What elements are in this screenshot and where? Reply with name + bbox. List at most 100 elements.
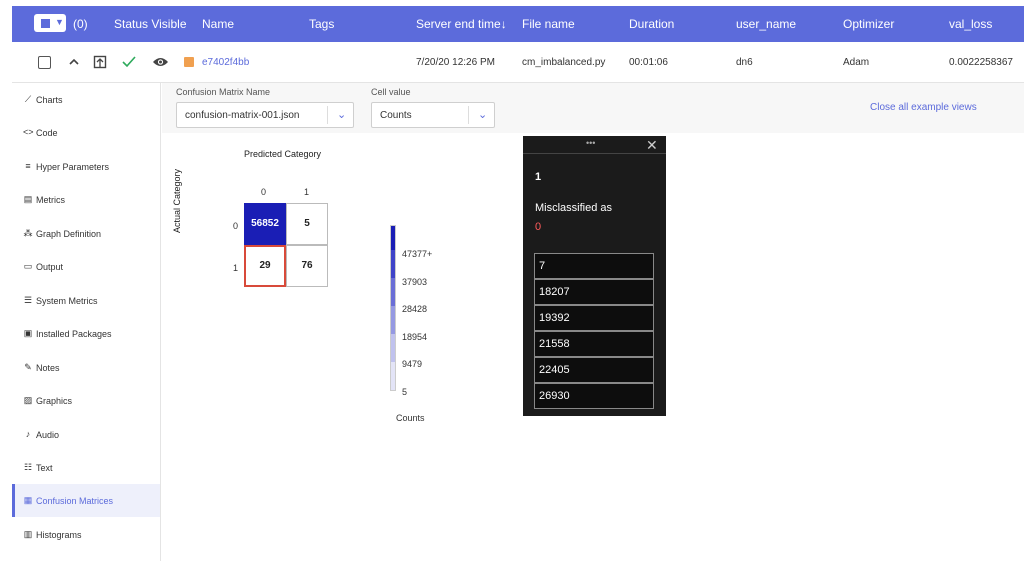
sidebar-item-label: System Metrics — [36, 296, 98, 306]
legend-label: 18954 — [402, 332, 428, 342]
example-item[interactable]: 21558 — [534, 331, 654, 357]
chart-line-icon: ⟋ — [24, 94, 32, 104]
cell-value-select[interactable]: Counts ⌄ — [371, 102, 495, 128]
drag-handle-icon[interactable]: ••• — [586, 138, 595, 148]
legend-label: 9479 — [402, 359, 423, 369]
sidebar-item-label: Graph Definition — [36, 229, 102, 239]
close-icon[interactable]: ✕ — [646, 137, 658, 154]
sidebar-item-hyper-parameters[interactable]: ≡ Hyper Parameters — [12, 150, 160, 183]
sidebar-item-label: Charts — [36, 95, 63, 105]
legend-label: 5 — [402, 387, 408, 397]
code-icon: <> — [23, 127, 34, 137]
actual-category-title: Actual Category — [172, 168, 182, 233]
music-note-icon: ♪ — [25, 429, 31, 439]
cm-name-select[interactable]: confusion-matrix-001.json ⌄ — [176, 102, 354, 128]
sidebar-item-label: Installed Packages — [36, 329, 112, 339]
close-all-example-views-link[interactable]: Close all example views — [870, 102, 977, 113]
graph-icon: ⁂ — [23, 228, 33, 238]
misclassified-label: Misclassified as — [535, 202, 613, 214]
row-checkbox[interactable] — [38, 56, 51, 69]
sidebar-item-confusion-matrices[interactable]: ▦ Confusion Matrices — [12, 484, 160, 517]
chevron-down-icon: ⌄ — [478, 109, 488, 121]
sidebar-item-graphics[interactable]: ▨ Graphics — [12, 384, 160, 417]
select-divider — [468, 106, 469, 124]
image-icon: ▨ — [23, 395, 33, 405]
sidebar-item-metrics[interactable]: ▤ Metrics — [12, 183, 160, 216]
legend-label: 37903 — [402, 277, 428, 287]
sidebar-item-label: Notes — [36, 363, 60, 373]
grid-icon: ▦ — [23, 495, 33, 505]
example-item[interactable]: 19392 — [534, 305, 654, 331]
example-item[interactable]: 18207 — [534, 279, 654, 305]
popup-actual-value: 1 — [535, 171, 542, 183]
histogram-icon: ▥ — [23, 529, 33, 539]
col-duration[interactable]: Duration — [629, 17, 674, 31]
col-tags[interactable]: Tags — [309, 17, 334, 31]
example-item[interactable]: 22405 — [534, 357, 654, 383]
duration-value: 00:01:06 — [629, 57, 668, 68]
sidebar-item-graph-definition[interactable]: ⁂ Graph Definition — [12, 217, 160, 250]
col-val-loss[interactable]: val_loss — [949, 17, 992, 31]
confusion-matrix-panel: Confusion Matrix Name confusion-matrix-0… — [162, 83, 1024, 561]
server-end-time-value: 7/20/20 12:26 PM — [416, 57, 495, 68]
example-item[interactable]: 7 — [534, 253, 654, 279]
legend-label: 28428 — [402, 304, 428, 314]
predicted-category-title: Predicted Category — [244, 149, 322, 159]
sidebar-item-histograms[interactable]: ▥ Histograms — [12, 518, 160, 551]
sidebar-item-system-metrics[interactable]: ☰ System Metrics — [12, 284, 160, 317]
col-file-name[interactable]: File name — [522, 17, 575, 31]
cm-name-value: confusion-matrix-001.json — [185, 110, 300, 121]
matrix-cell-selected[interactable]: 29 — [244, 245, 286, 287]
cm-toolbar: Confusion Matrix Name confusion-matrix-0… — [162, 83, 1024, 133]
eye-icon[interactable] — [152, 56, 169, 68]
row-label-1: 1 — [233, 263, 239, 273]
sidebar-item-label: Code — [36, 128, 58, 138]
sidebar-item-audio[interactable]: ♪ Audio — [12, 418, 160, 451]
server-icon: ☰ — [23, 295, 33, 305]
col-optimizer[interactable]: Optimizer — [843, 17, 894, 31]
selected-count: (0) — [73, 17, 88, 31]
col-status-visible[interactable]: Status Visible — [114, 17, 187, 31]
matrix-cell[interactable]: 56852 — [244, 203, 286, 245]
experiment-name-link[interactable]: e7402f4bb — [202, 57, 249, 68]
sidebar-item-notes[interactable]: ✎ Notes — [12, 351, 160, 384]
popup-titlebar[interactable]: ••• ✕ — [523, 136, 666, 154]
file-name-value: cm_imbalanced.py — [522, 57, 606, 68]
experiment-row: e7402f4bb 7/20/20 12:26 PM cm_imbalanced… — [12, 42, 1024, 83]
sidebar-item-code[interactable]: <> Code — [12, 116, 160, 149]
col-user-name[interactable]: user_name — [736, 17, 796, 31]
misclassified-value: 0 — [535, 221, 542, 233]
cell-value-value: Counts — [380, 110, 412, 121]
table-header: ▼ (0) Status Visible Name Tags Server en… — [12, 6, 1024, 42]
example-item[interactable]: 26930 — [534, 383, 654, 409]
checkbox-square-icon — [41, 19, 50, 28]
col-server-end-time[interactable]: Server end time↓ — [416, 17, 507, 31]
open-in-new-icon[interactable] — [93, 55, 107, 69]
legend-title: Counts — [396, 413, 425, 423]
sidebar-item-label: Output — [36, 262, 64, 272]
example-view-popup: ••• ✕ 1 Misclassified as 0 7 18207 19392… — [523, 136, 666, 416]
sidebar-item-charts[interactable]: ⟋ Charts — [12, 83, 160, 116]
sidebar-item-text[interactable]: ☷ Text — [12, 451, 160, 484]
matrix-cell[interactable]: 5 — [286, 203, 328, 245]
collapse-chevron-up-icon[interactable] — [68, 56, 80, 68]
sidebar-item-label: Confusion Matrices — [36, 496, 114, 506]
select-divider — [327, 106, 328, 124]
matrix-cell[interactable]: 76 — [286, 245, 328, 287]
cell-value-label: Cell value — [371, 87, 411, 97]
chevron-down-icon: ▼ — [55, 17, 64, 27]
check-icon — [122, 56, 136, 68]
chevron-down-icon: ⌄ — [337, 109, 347, 121]
select-all-dropdown[interactable]: ▼ — [34, 14, 66, 32]
list-icon: ≡ — [25, 161, 31, 171]
cm-name-label: Confusion Matrix Name — [176, 87, 271, 97]
col-name[interactable]: Name — [202, 17, 234, 31]
sidebar-item-installed-packages[interactable]: ▣ Installed Packages — [12, 317, 160, 350]
col-label-1: 1 — [304, 187, 310, 197]
sidebar-item-label: Metrics — [36, 195, 65, 205]
sidebar-item-label: Audio — [36, 430, 60, 440]
sidebar-item-output[interactable]: ▭ Output — [12, 250, 160, 283]
val-loss-value: 0.0022258367 — [949, 57, 1013, 68]
package-icon: ▣ — [23, 328, 33, 338]
experiment-color-swatch — [184, 57, 194, 67]
